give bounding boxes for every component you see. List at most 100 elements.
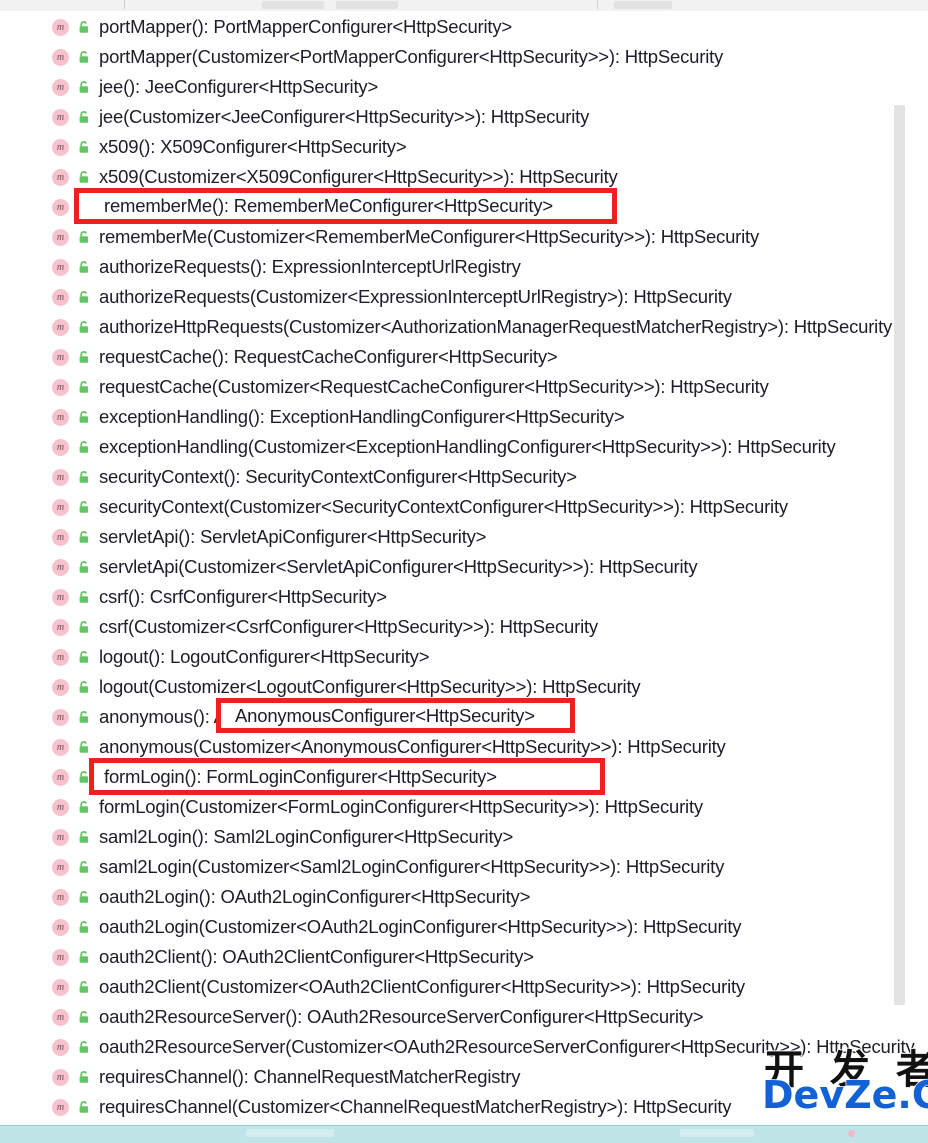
- public-unlock-icon: [77, 980, 91, 995]
- public-unlock-icon: [77, 140, 91, 155]
- completion-item[interactable]: m servletApi(): ServletApiConfigurer<Http…: [0, 522, 928, 552]
- public-unlock-icon: [77, 170, 91, 185]
- completion-item[interactable]: m portMapper(Customizer<PortMapperConfigu…: [0, 42, 928, 72]
- completion-item[interactable]: m csrf(Customizer<CsrfConfigurer<HttpSecu…: [0, 612, 928, 642]
- method-icon: m: [52, 888, 69, 906]
- public-unlock-icon: [77, 710, 91, 725]
- completion-item[interactable]: m formLogin(Customizer<FormLoginConfigure…: [0, 792, 928, 822]
- public-unlock-icon: [77, 1040, 91, 1055]
- completion-item[interactable]: m authorizeHttpRequests(Customizer<Author…: [0, 312, 928, 342]
- highlight-remember-me: rememberMe(): RememberMeConfigurer<HttpS…: [74, 188, 617, 224]
- completion-item-signature: exceptionHandling(Customizer<ExceptionHa…: [99, 436, 836, 457]
- method-icon: m: [52, 198, 69, 216]
- completion-item[interactable]: m portMapper(): PortMapperConfigurer<Http…: [0, 12, 928, 42]
- completion-scrollbar-thumb[interactable]: [894, 105, 905, 1005]
- completion-item-signature: requiresChannel(Customizer<ChannelReques…: [99, 1096, 732, 1117]
- completion-item[interactable]: m oauth2ResourceServer(): OAuth2ResourceS…: [0, 1002, 928, 1032]
- toolbar-divider: [597, 0, 598, 9]
- method-icon: m: [52, 588, 69, 606]
- public-unlock-icon: [77, 860, 91, 875]
- method-icon: m: [52, 1068, 69, 1086]
- method-icon: m: [52, 858, 69, 876]
- method-icon: m: [52, 1098, 69, 1116]
- method-icon: m: [52, 138, 69, 156]
- completion-item-signature: x509(): X509Configurer<HttpSecurity>: [99, 136, 407, 157]
- method-icon: m: [52, 618, 69, 636]
- completion-item-signature: logout(Customizer<LogoutConfigurer<HttpS…: [99, 676, 641, 697]
- public-unlock-icon: [77, 470, 91, 485]
- completion-item[interactable]: m jee(Customizer<JeeConfigurer<HttpSecuri…: [0, 102, 928, 132]
- public-unlock-icon: [77, 560, 91, 575]
- bottom-status-strip: [0, 1125, 928, 1143]
- completion-item-signature: saml2Login(Customizer<Saml2LoginConfigur…: [99, 856, 725, 877]
- completion-item[interactable]: m exceptionHandling(Customizer<ExceptionH…: [0, 432, 928, 462]
- method-icon: m: [52, 168, 69, 186]
- public-unlock-icon: [77, 590, 91, 605]
- method-icon: m: [52, 348, 69, 366]
- completion-item[interactable]: m securityContext(Customizer<SecurityCont…: [0, 492, 928, 522]
- completion-item-signature: csrf(Customizer<CsrfConfigurer<HttpSecur…: [99, 616, 598, 637]
- completion-item[interactable]: m securityContext(): SecurityContextConfi…: [0, 462, 928, 492]
- public-unlock-icon: [77, 260, 91, 275]
- public-unlock-icon: [77, 80, 91, 95]
- completion-item[interactable]: m oauth2Client(): OAuth2ClientConfigurer<…: [0, 942, 928, 972]
- method-icon: m: [52, 648, 69, 666]
- completion-item[interactable]: m requestCache(Customizer<RequestCacheCon…: [0, 372, 928, 402]
- method-icon: m: [52, 1038, 69, 1056]
- method-icon: m: [52, 738, 69, 756]
- completion-item[interactable]: m requiresChannel(Customizer<ChannelReque…: [0, 1092, 928, 1122]
- completion-item-signature: oauth2Login(Customizer<OAuth2LoginConfig…: [99, 916, 742, 937]
- completion-item-signature: securityContext(): SecurityContextConfig…: [99, 466, 577, 487]
- public-unlock-icon: [77, 290, 91, 305]
- completion-item[interactable]: m rememberMe(Customizer<RememberMeConfigu…: [0, 222, 928, 252]
- completion-item-signature: requestCache(): RequestCacheConfigurer<H…: [99, 346, 558, 367]
- method-icon: m: [52, 1008, 69, 1026]
- completion-item-signature: servletApi(): ServletApiConfigurer<HttpS…: [99, 526, 487, 547]
- public-unlock-icon: [77, 530, 91, 545]
- completion-item[interactable]: m oauth2Login(): OAuth2LoginConfigurer<Ht…: [0, 882, 928, 912]
- code-completion-list[interactable]: m portMapper(): PortMapperConfigurer<Http…: [0, 11, 928, 1136]
- public-unlock-icon: [77, 650, 91, 665]
- completion-item[interactable]: m jee(): JeeConfigurer<HttpSecurity>: [0, 72, 928, 102]
- completion-item[interactable]: m oauth2ResourceServer(Customizer<OAuth2R…: [0, 1032, 928, 1062]
- public-unlock-icon: [77, 950, 91, 965]
- completion-item-signature: authorizeHttpRequests(Customizer<Authori…: [99, 316, 893, 337]
- completion-item[interactable]: m oauth2Login(Customizer<OAuth2LoginConfi…: [0, 912, 928, 942]
- toolbar-chip[interactable]: [262, 1, 324, 9]
- method-icon: m: [52, 978, 69, 996]
- public-unlock-icon: [77, 830, 91, 845]
- completion-item[interactable]: m exceptionHandling(): ExceptionHandlingC…: [0, 402, 928, 432]
- status-chip: [680, 1129, 754, 1137]
- method-icon: m: [52, 918, 69, 936]
- method-icon: m: [52, 558, 69, 576]
- highlight-remember-me-label: rememberMe(): RememberMeConfigurer<HttpS…: [104, 195, 553, 216]
- completion-item-signature: jee(): JeeConfigurer<HttpSecurity>: [99, 76, 379, 97]
- completion-item-signature: requestCache(Customizer<RequestCacheConf…: [99, 376, 769, 397]
- highlight-form-login-label: formLogin(): FormLoginConfigurer<HttpSec…: [104, 765, 497, 787]
- completion-item[interactable]: m csrf(): CsrfConfigurer<HttpSecurity>: [0, 582, 928, 612]
- completion-item-signature: requiresChannel(): ChannelRequestMatcher…: [99, 1066, 521, 1087]
- public-unlock-icon: [77, 320, 91, 335]
- completion-item[interactable]: m x509(): X509Configurer<HttpSecurity>: [0, 132, 928, 162]
- completion-item[interactable]: m authorizeRequests(): ExpressionIntercep…: [0, 252, 928, 282]
- status-chip: [246, 1129, 334, 1137]
- completion-item-signature: rememberMe(Customizer<RememberMeConfigur…: [99, 226, 760, 247]
- toolbar-chip[interactable]: [336, 1, 398, 9]
- completion-item-signature: oauth2ResourceServer(Customizer<OAuth2Re…: [99, 1036, 915, 1057]
- completion-item[interactable]: m saml2Login(Customizer<Saml2LoginConfigu…: [0, 852, 928, 882]
- method-icon: m: [52, 468, 69, 486]
- toolbar-chip[interactable]: [614, 1, 672, 9]
- completion-item[interactable]: m saml2Login(): Saml2LoginConfigurer<Http…: [0, 822, 928, 852]
- public-unlock-icon: [77, 110, 91, 125]
- completion-item[interactable]: m authorizeRequests(Customizer<Expression…: [0, 282, 928, 312]
- completion-item-signature: formLogin(Customizer<FormLoginConfigurer…: [99, 796, 703, 817]
- completion-item[interactable]: m logout(): LogoutConfigurer<HttpSecurity…: [0, 642, 928, 672]
- completion-item[interactable]: m oauth2Client(Customizer<OAuth2ClientCon…: [0, 972, 928, 1002]
- method-icon: m: [52, 228, 69, 246]
- completion-item[interactable]: m servletApi(Customizer<ServletApiConfigu…: [0, 552, 928, 582]
- method-icon: m: [52, 948, 69, 966]
- completion-item-signature: authorizeRequests(Customizer<ExpressionI…: [99, 286, 732, 307]
- completion-item[interactable]: m requestCache(): RequestCacheConfigurer<…: [0, 342, 928, 372]
- completion-item[interactable]: m requiresChannel(): ChannelRequestMatche…: [0, 1062, 928, 1092]
- toolbar-divider: [124, 0, 125, 9]
